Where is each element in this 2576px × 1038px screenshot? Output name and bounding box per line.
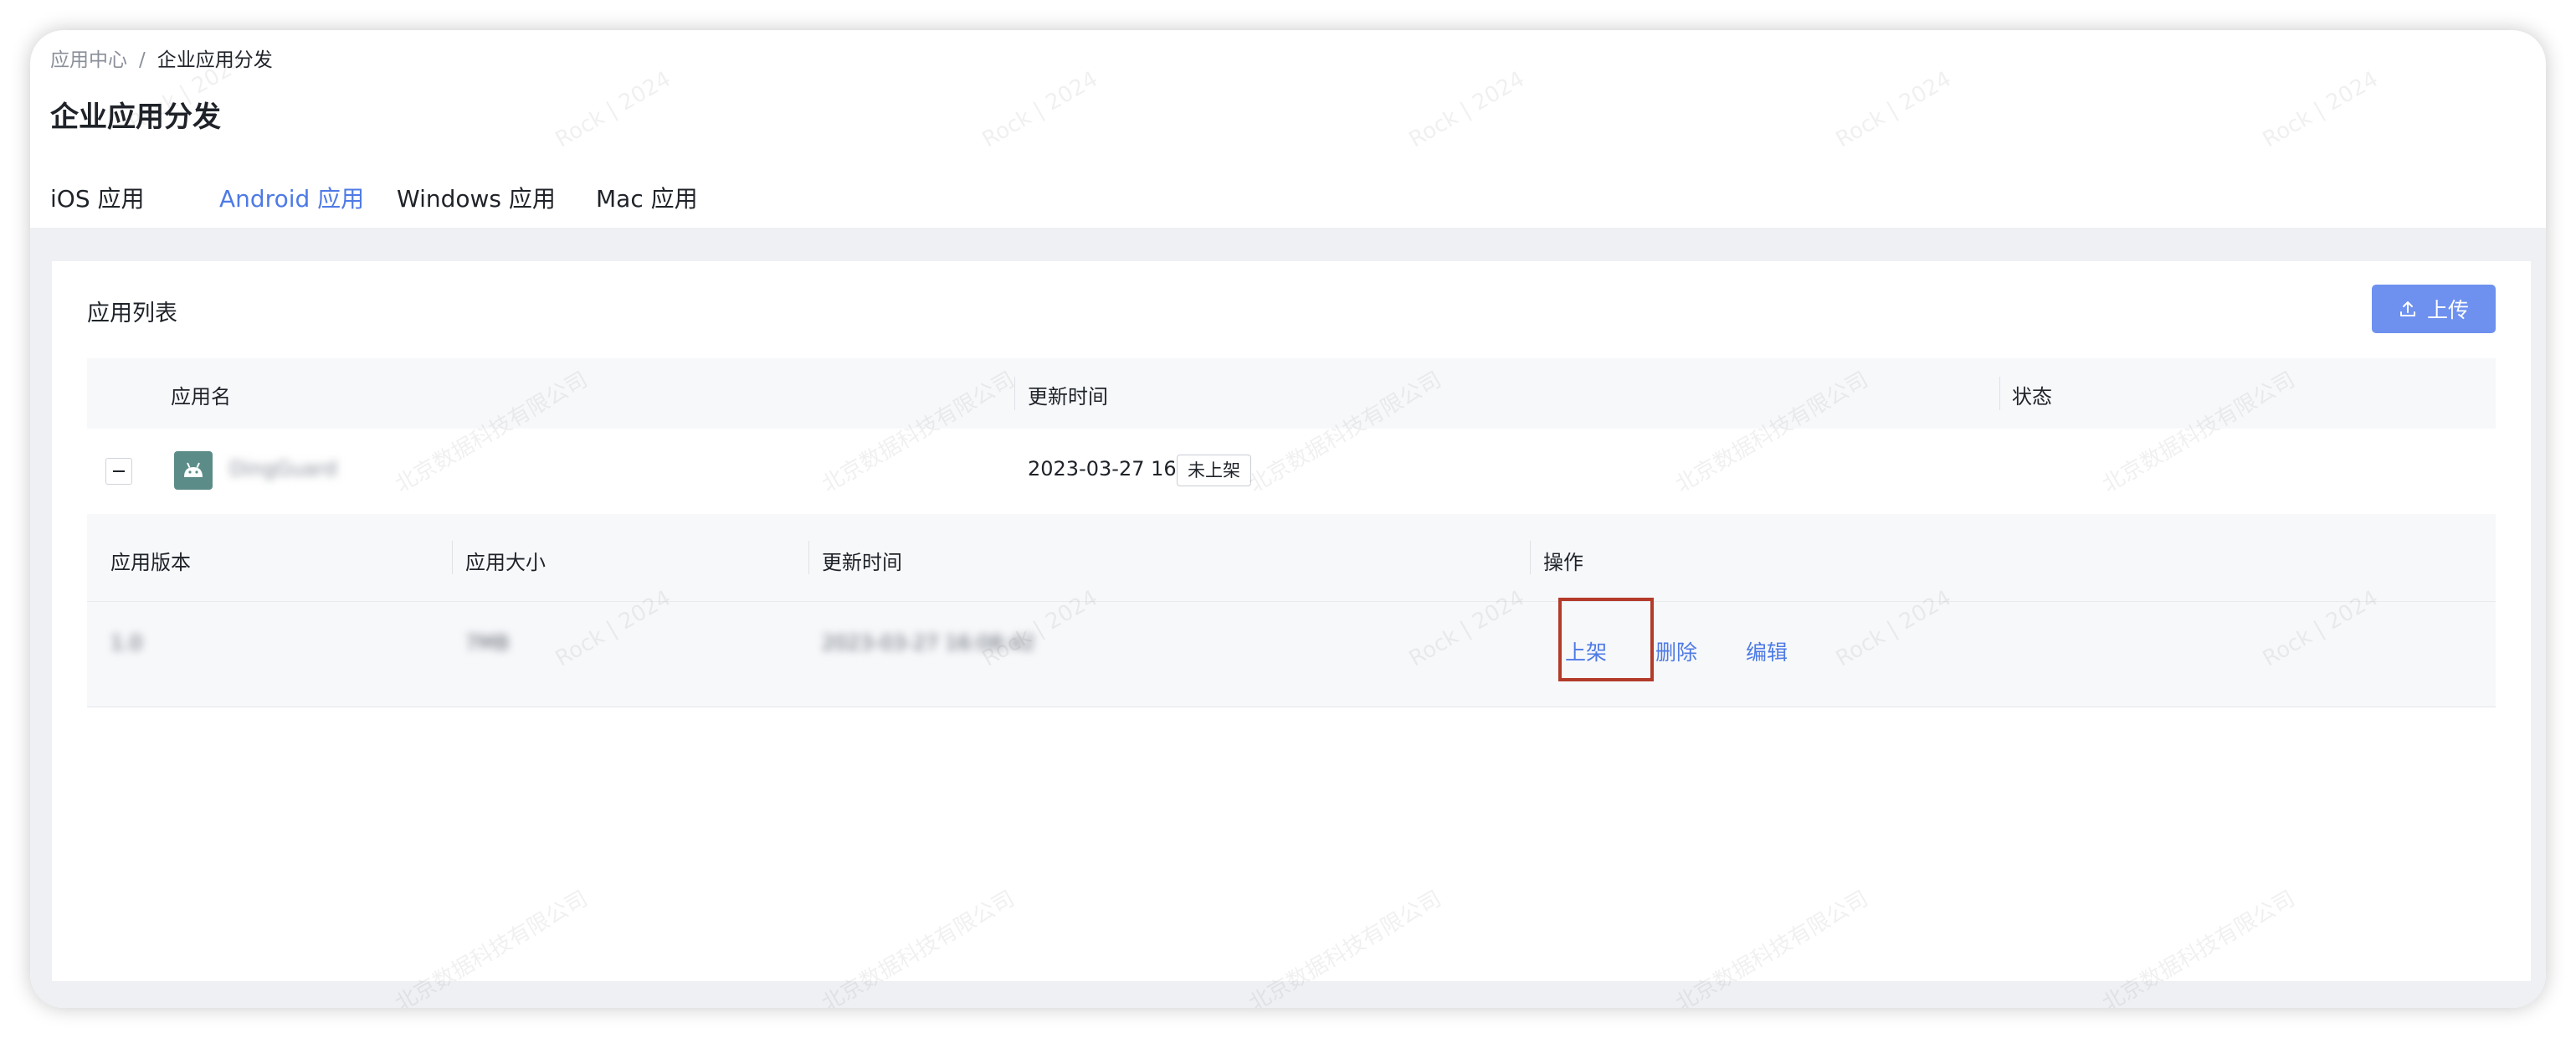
table-row[interactable]: DingGuard 2023-03-27 16:08:42 未上架: [87, 429, 2496, 515]
version-row: 1.0 7MB 2023-03-27 16:08:42 上架 删除 编辑: [87, 601, 2496, 707]
breadcrumb: 应用中心 / 企业应用分发: [50, 44, 273, 72]
version-updated-value: 2023-03-27 16:08:42: [822, 631, 1035, 655]
version-subtable: 应用版本 应用大小 更新时间 操作 1.0 7MB 2023-03-27 16:…: [87, 514, 2496, 707]
highlight-box: [1558, 598, 1654, 681]
column-header-name: 应用名: [171, 385, 231, 409]
version-value: 1.0: [110, 631, 143, 655]
breadcrumb-current: 企业应用分发: [157, 49, 273, 71]
column-header-updated: 更新时间: [1028, 385, 1108, 409]
app-window: 应用中心 / 企业应用分发 企业应用分发 iOS 应用 Android 应用 Win…: [30, 30, 2546, 1008]
status-badge: 未上架: [1177, 455, 1251, 486]
watermark: Rock | 2024: [1404, 66, 1529, 153]
breadcrumb-root[interactable]: 应用中心: [50, 49, 127, 71]
collapse-toggle-button[interactable]: [105, 458, 132, 485]
column-divider: [1530, 541, 1531, 574]
card-title: 应用列表: [87, 301, 177, 326]
column-divider: [1999, 377, 2000, 410]
breadcrumb-separator: /: [139, 49, 146, 71]
watermark: Rock | 2024: [551, 66, 675, 153]
column-divider: [1014, 377, 1015, 410]
upload-button-label: 上传: [2426, 298, 2469, 322]
version-table-header: 应用版本 应用大小 更新时间 操作: [87, 514, 2496, 602]
watermark: Rock | 2024: [978, 66, 1102, 153]
upload-icon: [2399, 300, 2417, 318]
android-icon: [174, 451, 213, 490]
app-list-card: 应用列表 上传 应用名 更新时间 状态 DingGuard 2023-03-27…: [52, 261, 2531, 981]
edit-button[interactable]: 编辑: [1746, 636, 1788, 666]
watermark: Rock | 2024: [2258, 66, 2383, 153]
tab-ios-label: iOS 应用: [50, 185, 145, 213]
tab-mac-label: Mac 应用: [596, 185, 698, 213]
column-divider: [452, 541, 453, 574]
content-area: 应用列表 上传 应用名 更新时间 状态 DingGuard 2023-03-27…: [30, 228, 2546, 1008]
page-title: 企业应用分发: [50, 100, 221, 134]
column-divider: [808, 541, 809, 574]
delete-button[interactable]: 删除: [1655, 636, 1697, 666]
size-value: 7MB: [465, 631, 510, 655]
minus-icon: [113, 470, 125, 472]
column-header-size: 应用大小: [465, 551, 546, 574]
column-header-version-updated: 更新时间: [822, 551, 902, 574]
upload-button[interactable]: 上传: [2372, 285, 2496, 333]
tab-windows-label: Windows 应用: [397, 185, 556, 213]
table-header: 应用名 更新时间 状态: [87, 358, 2496, 429]
app-name[interactable]: DingGuard: [229, 457, 337, 480]
column-header-actions: 操作: [1543, 551, 1583, 574]
tab-android-label: Android 应用: [219, 185, 365, 213]
column-header-status: 状态: [2012, 385, 2052, 409]
column-header-version: 应用版本: [110, 551, 191, 574]
watermark: Rock | 2024: [1831, 66, 1956, 153]
